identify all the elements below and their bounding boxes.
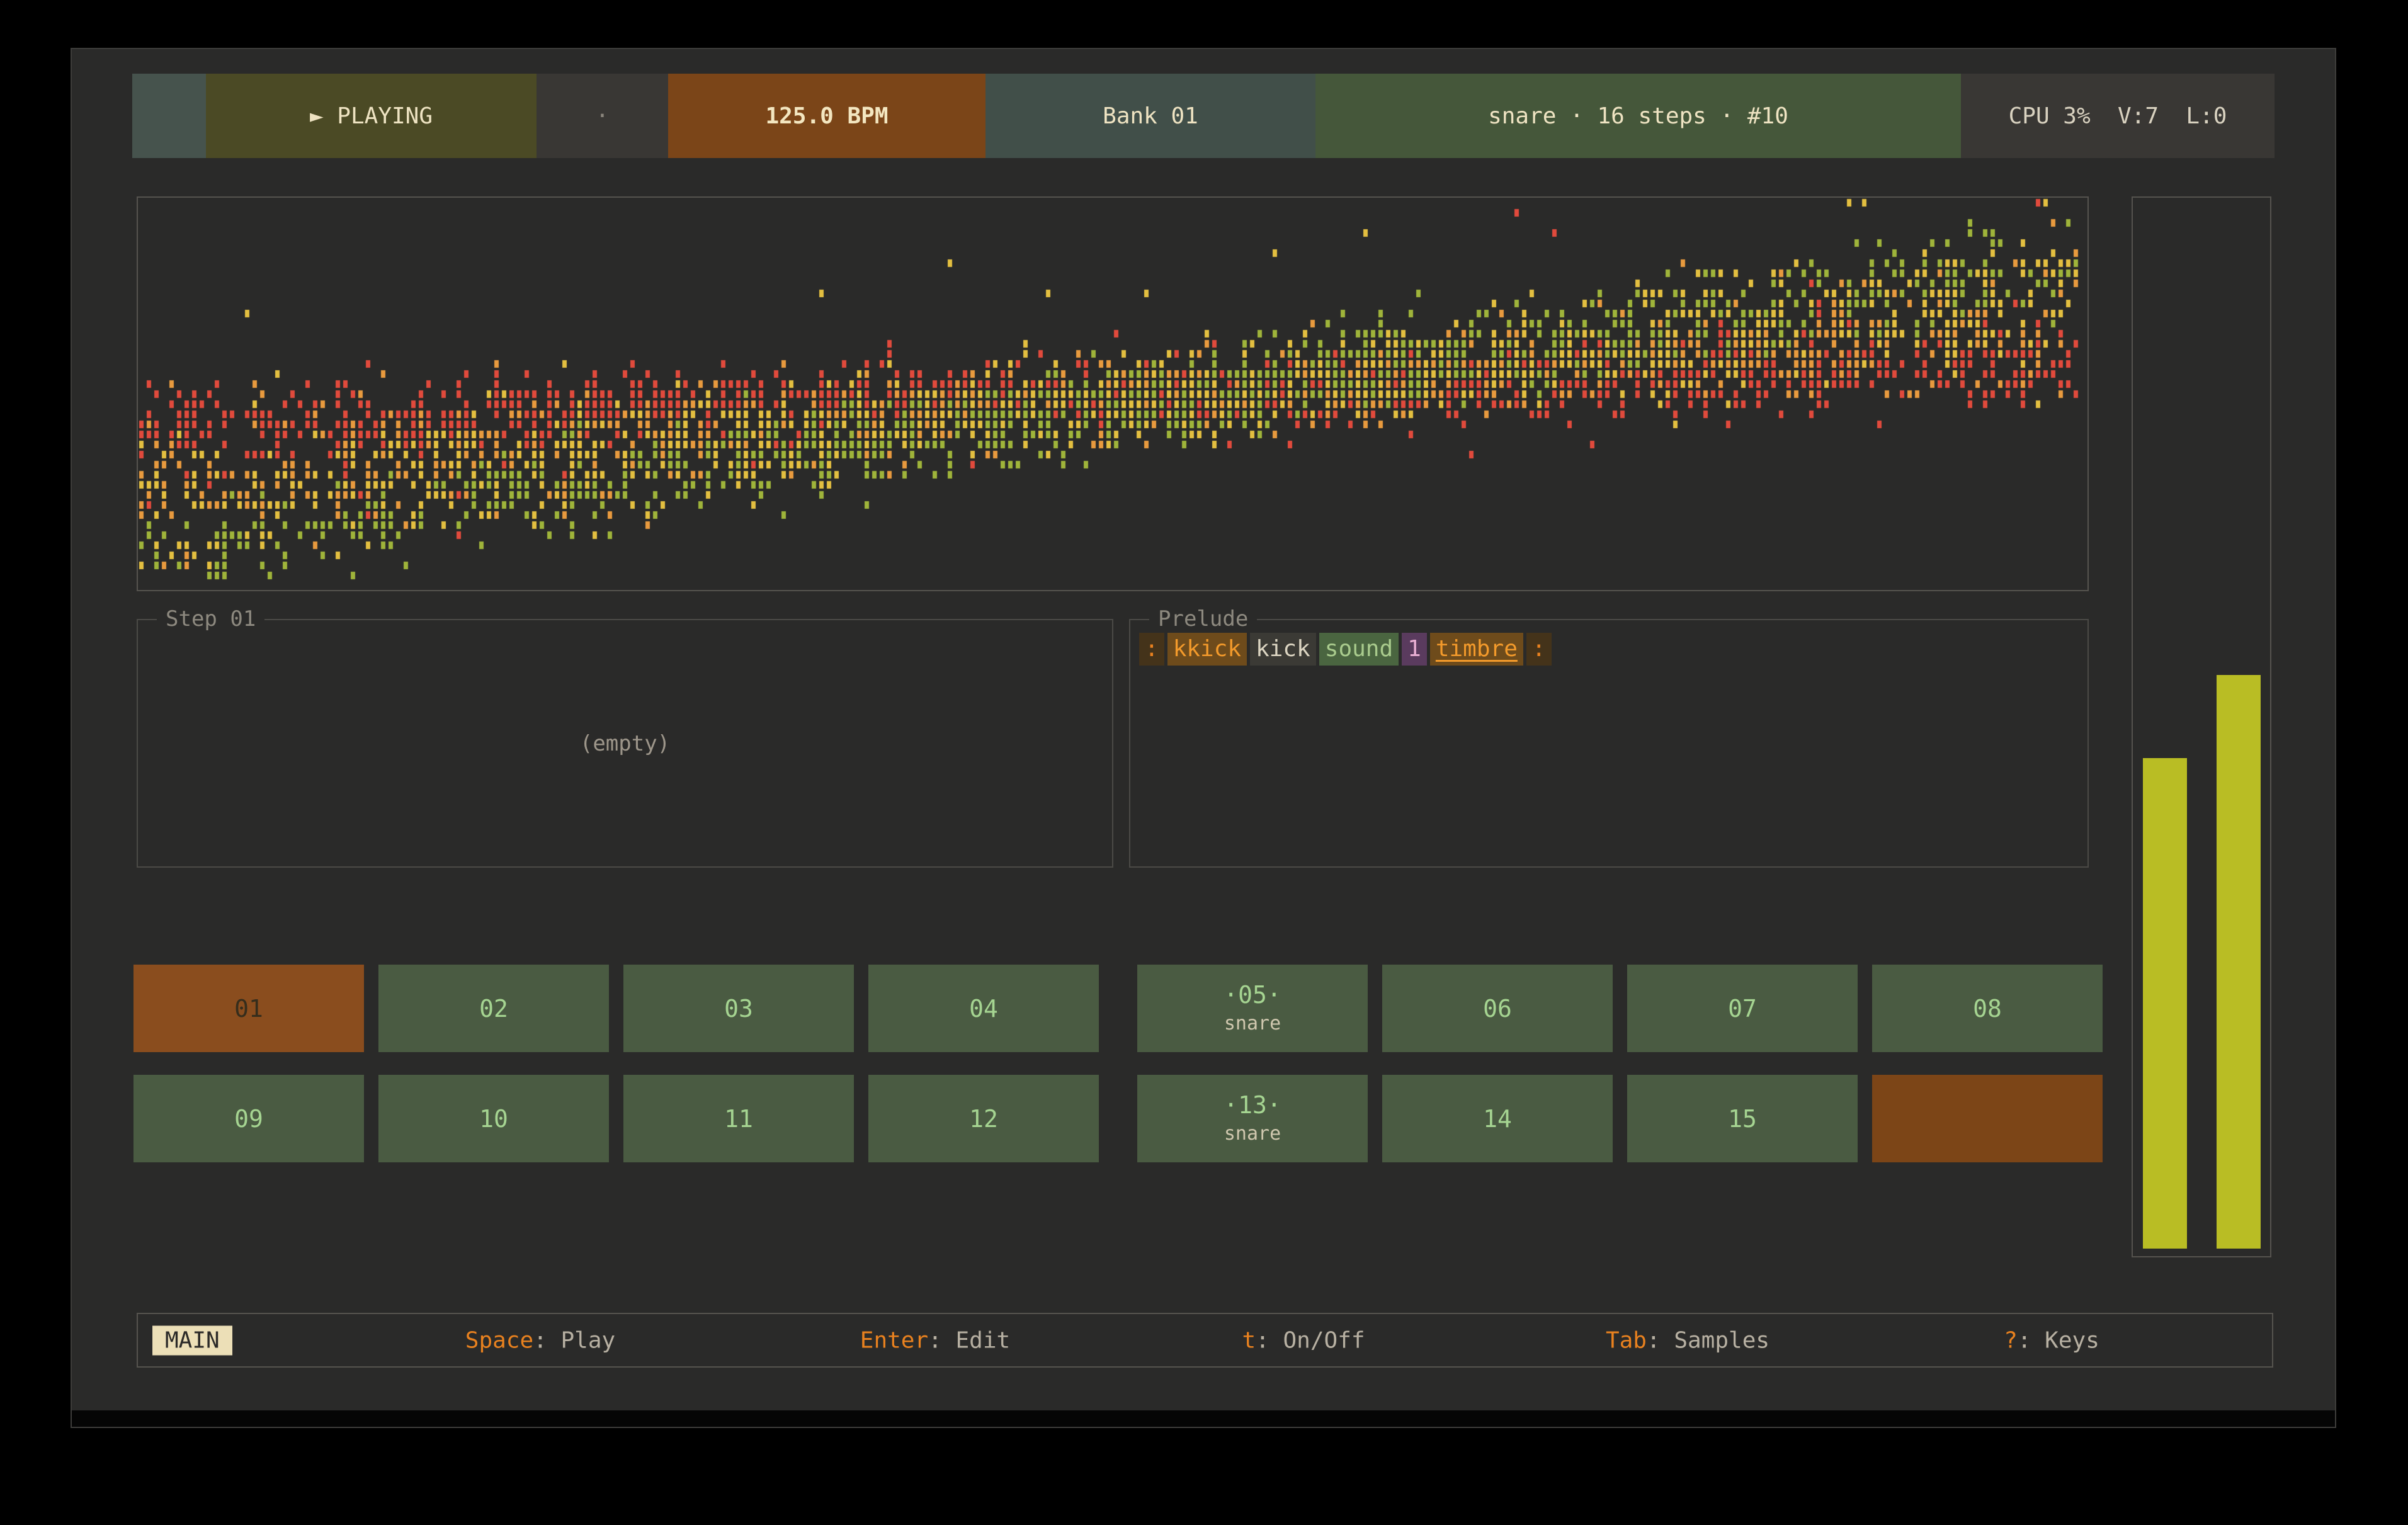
step-button-15[interactable]: 15 bbox=[1627, 1075, 1858, 1162]
step-button-10[interactable]: 10 bbox=[378, 1075, 609, 1162]
prelude-token-0[interactable]: : bbox=[1139, 633, 1164, 666]
pattern-visualizer-panel bbox=[137, 196, 2089, 591]
topbar-segment-sync[interactable]: · bbox=[537, 74, 668, 158]
step-button-04[interactable]: 04 bbox=[868, 965, 1099, 1052]
key-hint-label: : Play bbox=[533, 1327, 615, 1353]
status-bar: MAIN Space: Play Enter: Edit t: On/Off Tab:… bbox=[137, 1313, 2273, 1368]
window-bottom-strip bbox=[72, 1410, 2335, 1427]
topbar-segment-bank[interactable]: Bank 01 bbox=[985, 74, 1315, 158]
key-hint-label: : Edit bbox=[928, 1327, 1010, 1353]
key-hint-key: ? bbox=[2004, 1327, 2018, 1353]
step-grid: 01 02 03 04 ·05· snare 06 07 08 09 10 11 12 ·13· snar… bbox=[133, 965, 2103, 1162]
topbar-segment-transport[interactable]: ► PLAYING bbox=[206, 74, 537, 158]
step-number: 11 bbox=[724, 1106, 753, 1132]
key-hint-label: : Samples bbox=[1647, 1327, 1769, 1353]
step-button-14[interactable]: 14 bbox=[1382, 1075, 1613, 1162]
prelude-token-6[interactable]: : bbox=[1526, 633, 1552, 666]
key-hint-space[interactable]: Space: Play bbox=[465, 1327, 615, 1353]
pattern-visualizer-canvas bbox=[138, 198, 2087, 590]
step-button-03[interactable]: 03 bbox=[623, 965, 854, 1052]
step-number: ·05· bbox=[1224, 982, 1281, 1008]
step-number: 09 bbox=[234, 1106, 263, 1132]
key-hint-key: Tab bbox=[1606, 1327, 1647, 1353]
step-button-11[interactable]: 11 bbox=[623, 1075, 854, 1162]
step-number: 06 bbox=[1483, 995, 1512, 1022]
key-hint-key: Enter bbox=[860, 1327, 928, 1353]
level-meter-bar-1 bbox=[2143, 758, 2187, 1249]
level-meters-panel bbox=[2132, 196, 2271, 1257]
step-button-02[interactable]: 02 bbox=[378, 965, 609, 1052]
step-detail-panel: Step 01 (empty) bbox=[137, 619, 1113, 868]
topbar-segment-pattern[interactable]: snare · 16 steps · #10 bbox=[1315, 74, 1961, 158]
topbar-segment-corner bbox=[132, 74, 206, 158]
key-hint-help[interactable]: ?: Keys bbox=[2004, 1327, 2099, 1353]
key-hint-label: : Keys bbox=[2018, 1327, 2099, 1353]
prelude-token-2[interactable]: kick bbox=[1250, 633, 1316, 666]
step-button-13[interactable]: ·13· snare bbox=[1137, 1075, 1368, 1162]
step-row-1: 01 02 03 04 ·05· snare 06 07 08 bbox=[133, 965, 2103, 1052]
step-number: 03 bbox=[724, 995, 753, 1022]
topbar-segment-bpm[interactable]: 125.0 BPM bbox=[668, 74, 985, 158]
step-number: 01 bbox=[234, 995, 263, 1022]
step-number: 14 bbox=[1483, 1106, 1512, 1132]
key-hint-label: : On/Off bbox=[1256, 1327, 1365, 1353]
key-hint-key: Space bbox=[465, 1327, 533, 1353]
app-root: ► PLAYING·125.0 BPMBank 01snare · 16 ste… bbox=[0, 0, 2408, 1525]
topbar-segment-cpu[interactable]: CPU 3% V:7 L:0 bbox=[1961, 74, 2275, 158]
key-hint-t[interactable]: t: On/Off bbox=[1242, 1327, 1365, 1353]
mode-badge: MAIN bbox=[152, 1325, 232, 1355]
top-bar: ► PLAYING·125.0 BPMBank 01snare · 16 ste… bbox=[132, 74, 2275, 158]
step-sample-label: snare bbox=[1224, 1122, 1281, 1146]
step-number: 02 bbox=[479, 995, 508, 1022]
step-button-16[interactable] bbox=[1872, 1075, 2103, 1162]
prelude-token-5[interactable]: timbre bbox=[1430, 633, 1523, 666]
app-window: ► PLAYING·125.0 BPMBank 01snare · 16 ste… bbox=[71, 48, 2336, 1428]
step-button-06[interactable]: 06 bbox=[1382, 965, 1613, 1052]
step-number: 12 bbox=[969, 1106, 998, 1132]
step-number: 08 bbox=[1973, 995, 2002, 1022]
level-meter-bar-2 bbox=[2217, 675, 2261, 1249]
step-button-09[interactable]: 09 bbox=[133, 1075, 364, 1162]
prelude-token-1[interactable]: kkick bbox=[1167, 633, 1247, 666]
step-row-2: 09 10 11 12 ·13· snare 14 15 bbox=[133, 1075, 2103, 1162]
key-hint-enter[interactable]: Enter: Edit bbox=[860, 1327, 1010, 1353]
step-button-01[interactable]: 01 bbox=[133, 965, 364, 1052]
step-empty-label: (empty) bbox=[138, 620, 1112, 866]
step-number: 04 bbox=[969, 995, 998, 1022]
prelude-panel: Prelude :kkickkicksound1timbre: bbox=[1129, 619, 2089, 868]
key-hint-tab[interactable]: Tab: Samples bbox=[1606, 1327, 1769, 1353]
prelude-token-4[interactable]: 1 bbox=[1402, 633, 1427, 666]
key-hint-key: t bbox=[1242, 1327, 1256, 1353]
step-number: 10 bbox=[479, 1106, 508, 1132]
step-button-07[interactable]: 07 bbox=[1627, 965, 1858, 1052]
prelude-panel-title: Prelude bbox=[1149, 605, 1257, 633]
step-button-08[interactable]: 08 bbox=[1872, 965, 2103, 1052]
step-button-05[interactable]: ·05· snare bbox=[1137, 965, 1368, 1052]
prelude-token-3[interactable]: sound bbox=[1319, 633, 1399, 666]
step-number: 15 bbox=[1728, 1106, 1757, 1132]
step-number: ·13· bbox=[1224, 1092, 1281, 1118]
step-button-12[interactable]: 12 bbox=[868, 1075, 1099, 1162]
step-number: 07 bbox=[1728, 995, 1757, 1022]
prelude-code[interactable]: :kkickkicksound1timbre: bbox=[1139, 633, 1555, 666]
step-sample-label: snare bbox=[1224, 1012, 1281, 1036]
